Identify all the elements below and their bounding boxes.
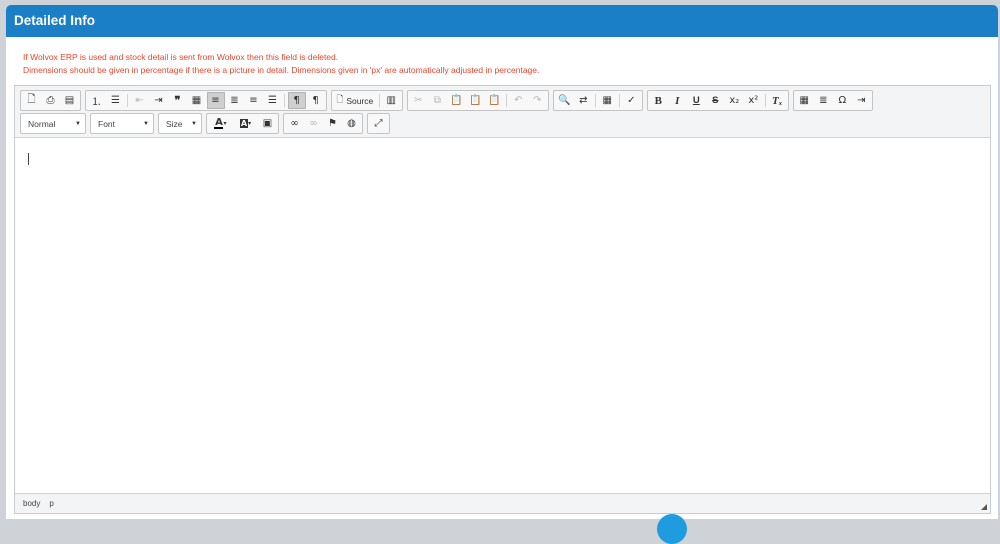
align-right-icon[interactable]: ≡ [245, 92, 263, 109]
size-combo-value: Size [166, 118, 183, 129]
tools-group: ⤢ [367, 113, 390, 134]
separator [505, 94, 507, 107]
superscript-icon[interactable]: x² [744, 92, 762, 109]
page-break-icon[interactable]: ⇥ [852, 92, 870, 109]
bold-icon[interactable]: B [649, 92, 667, 109]
table-icon[interactable]: ▦ [795, 92, 813, 109]
panel-title: Detailed Info [6, 5, 998, 37]
colors-group: A ▾ A ▾ ▣ [206, 113, 279, 134]
copy-icon[interactable]: ⧉ [428, 92, 446, 109]
toolbar-row-2: Normal ▼ Font ▼ Size ▼ A ▾ A ▾ ▣ ∞ ∞ ⚑ ◍… [20, 112, 990, 135]
paste-text-icon[interactable]: 📋 [466, 92, 484, 109]
path-body[interactable]: body [23, 499, 40, 508]
editor-statusbar: body p [15, 493, 990, 513]
separator [618, 94, 620, 107]
rich-text-editor: 🗋 ⎙ ▤ ⒈ ☰ ⇤ ⇥ ❞ ▦ ≡ ≣ ≡ ☰ ¶ ¶ 🗋 Source ▥… [14, 85, 991, 514]
text-color-icon[interactable]: A ▾ [209, 115, 233, 132]
print-icon[interactable]: ⎙ [42, 92, 60, 109]
blockquote-icon[interactable]: ❞ [169, 92, 187, 109]
separator [764, 94, 766, 107]
text-direction-rtl-icon[interactable]: ¶ [307, 92, 325, 109]
floating-action-button[interactable] [657, 514, 687, 544]
outdent-icon[interactable]: ⇤ [131, 92, 149, 109]
strikethrough-icon[interactable]: S [706, 92, 724, 109]
source-icon: 🗋 [336, 93, 344, 104]
paste-from-word-icon[interactable]: 📋 [485, 92, 503, 109]
underline-icon[interactable]: U [687, 92, 705, 109]
font-combo-value: Font [98, 118, 116, 129]
unlink-icon[interactable]: ∞ [305, 115, 323, 132]
editor-content[interactable] [15, 138, 990, 492]
format-combo-value: Normal [28, 118, 56, 129]
bulleted-list-icon[interactable]: ☰ [107, 92, 125, 109]
font-combo[interactable]: Font ▼ [90, 113, 154, 134]
note-wolvox: If Wolvox ERP is used and stock detail i… [23, 52, 339, 62]
format-combo[interactable]: Normal ▼ [20, 113, 86, 134]
background-color-icon[interactable]: A ▾ [234, 115, 258, 132]
show-blocks-icon[interactable]: ▥ [382, 92, 400, 109]
separator [378, 94, 380, 107]
text-caret [28, 153, 29, 165]
info-notes: If Wolvox ERP is used and stock detail i… [6, 37, 998, 83]
separator [127, 94, 128, 107]
numbered-list-icon[interactable]: ⒈ [88, 92, 106, 109]
horizontal-line-icon[interactable]: ≣ [814, 92, 832, 109]
size-combo[interactable]: Size ▼ [158, 113, 202, 134]
editor-toolbar: 🗋 ⎙ ▤ ⒈ ☰ ⇤ ⇥ ❞ ▦ ≡ ≣ ≡ ☰ ¶ ¶ 🗋 Source ▥… [15, 86, 990, 138]
insert-group: ▦ ≣ Ω ⇥ [792, 90, 873, 111]
text-direction-ltr-icon[interactable]: ¶ [287, 92, 306, 109]
path-p[interactable]: p [49, 499, 53, 508]
document-group: 🗋 ⎙ ▤ [20, 90, 81, 111]
spellcheck-icon[interactable]: ✓ [622, 92, 640, 109]
paragraph-group: ⒈ ☰ ⇤ ⇥ ❞ ▦ ≡ ≣ ≡ ☰ ¶ ¶ [85, 90, 327, 111]
image-icon[interactable]: ▣ [259, 115, 277, 132]
paste-icon[interactable]: 📋 [447, 92, 465, 109]
replace-icon[interactable]: ⇄ [574, 92, 592, 109]
remove-format-icon[interactable]: Tₓ [768, 92, 786, 109]
chevron-down-icon: ▼ [75, 120, 81, 127]
chevron-down-icon: ▼ [143, 120, 149, 127]
subscript-icon[interactable]: x₂ [725, 92, 743, 109]
source-group: 🗋 Source ▥ [331, 90, 403, 111]
redo-icon[interactable]: ↷ [528, 92, 546, 109]
globe-icon[interactable]: ◍ [343, 115, 361, 132]
editing-group: 🔍 ⇄ ▦ ✓ [552, 90, 643, 111]
justify-icon[interactable]: ☰ [264, 92, 282, 109]
separator [594, 94, 596, 107]
indent-icon[interactable]: ⇥ [150, 92, 168, 109]
templates-icon[interactable]: ▤ [61, 92, 79, 109]
find-icon[interactable]: 🔍 [555, 92, 573, 109]
special-char-icon[interactable]: Ω [833, 92, 851, 109]
source-button[interactable]: 🗋 Source [334, 92, 377, 109]
links-group: ∞ ∞ ⚑ ◍ [283, 113, 363, 134]
chevron-down-icon: ▼ [191, 120, 197, 127]
anchor-flag-icon[interactable]: ⚑ [324, 115, 342, 132]
preview-icon[interactable]: 🗋 [23, 92, 41, 109]
align-center-icon[interactable]: ≣ [226, 92, 244, 109]
select-all-icon[interactable]: ▦ [598, 92, 616, 109]
link-icon[interactable]: ∞ [286, 115, 304, 132]
note-dimensions: Dimensions should be given in percentage… [23, 65, 540, 75]
cut-icon[interactable]: ✂ [409, 92, 427, 109]
italic-icon[interactable]: I [668, 92, 686, 109]
source-label: Source [346, 95, 374, 106]
basicstyles-group: B I U S x₂ x² Tₓ [646, 90, 789, 111]
separator [284, 94, 285, 107]
detailed-info-panel: Detailed Info If Wolvox ERP is used and … [5, 4, 999, 520]
undo-icon[interactable]: ↶ [509, 92, 527, 109]
toolbar-row-1: 🗋 ⎙ ▤ ⒈ ☰ ⇤ ⇥ ❞ ▦ ≡ ≣ ≡ ☰ ¶ ¶ 🗋 Source ▥… [20, 89, 990, 112]
create-div-icon[interactable]: ▦ [188, 92, 206, 109]
resize-handle-icon[interactable] [981, 504, 987, 510]
maximize-icon[interactable]: ⤢ [370, 115, 388, 132]
clipboard-group: ✂ ⧉ 📋 📋 📋 ↶ ↷ [406, 90, 549, 111]
align-left-icon[interactable]: ≡ [206, 92, 225, 109]
